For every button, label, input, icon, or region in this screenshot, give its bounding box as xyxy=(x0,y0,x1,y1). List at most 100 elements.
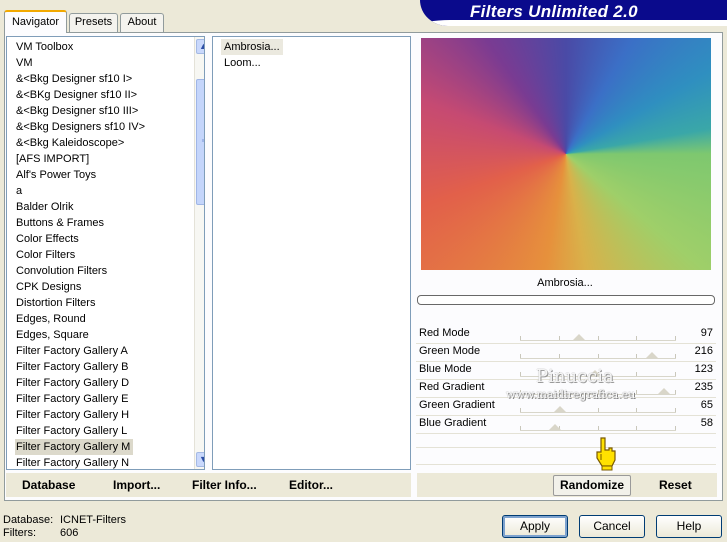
slider-tick xyxy=(559,336,560,340)
chevron-down-icon[interactable]: ▼ xyxy=(196,452,204,467)
slider-tick xyxy=(520,336,521,340)
status-database-label: Database: xyxy=(3,514,54,526)
help-button[interactable]: Help xyxy=(656,515,722,538)
category-item[interactable]: Filter Factory Gallery H xyxy=(15,407,132,423)
slider-tick xyxy=(520,372,521,376)
status-filters-value: 606 xyxy=(60,527,79,539)
category-item[interactable]: Edges, Round xyxy=(15,311,89,327)
category-item[interactable]: Filter Factory Gallery D xyxy=(15,375,132,391)
parameter-slider-thumb[interactable] xyxy=(549,424,561,430)
slider-tick xyxy=(675,354,676,358)
category-item[interactable]: Filter Factory Gallery A xyxy=(15,343,131,359)
parameter-slider-track[interactable] xyxy=(520,424,676,431)
category-item[interactable]: &<Bkg Designer sf10 III> xyxy=(15,103,141,119)
parameter-label: Red Gradient xyxy=(419,381,485,393)
randomize-button[interactable]: Randomize xyxy=(553,475,631,496)
category-item[interactable]: Distortion Filters xyxy=(15,295,98,311)
parameter-value: 216 xyxy=(694,345,713,357)
progress-bar xyxy=(417,295,715,305)
slider-tick xyxy=(675,372,676,376)
slider-tick xyxy=(598,426,599,430)
parameter-slider-thumb[interactable] xyxy=(658,388,670,394)
slider-tick xyxy=(636,372,637,376)
empty-parameter-row xyxy=(416,451,716,465)
status-database-value: ICNET-Filters xyxy=(60,514,126,526)
slider-tick xyxy=(520,408,521,412)
apply-button[interactable]: Apply xyxy=(502,515,568,538)
slider-tick xyxy=(675,426,676,430)
parameter-label: Red Mode xyxy=(419,327,470,339)
slider-tick xyxy=(636,408,637,412)
scrollbar-thumb[interactable]: ≡ xyxy=(196,79,204,205)
preview-filter-name: Ambrosia... xyxy=(537,277,593,289)
slider-tick xyxy=(675,336,676,340)
category-item[interactable]: Filter Factory Gallery E xyxy=(15,391,131,407)
category-item[interactable]: a xyxy=(15,183,25,199)
category-item[interactable]: CPK Designs xyxy=(15,279,84,295)
parameter-row[interactable]: Red Mode 97 xyxy=(416,326,716,344)
tab-about[interactable]: About xyxy=(120,13,164,32)
category-item[interactable]: Filter Factory Gallery B xyxy=(15,359,131,375)
reset-button[interactable]: Reset xyxy=(659,478,692,492)
parameter-slider-thumb[interactable] xyxy=(573,334,585,340)
title-banner: Filters Unlimited 2.0 xyxy=(420,0,727,26)
slider-tick xyxy=(636,336,637,340)
parameter-label: Green Gradient xyxy=(419,399,495,411)
category-item[interactable]: Edges, Square xyxy=(15,327,92,343)
category-item[interactable]: &<Bkg Kaleidoscope> xyxy=(15,135,127,151)
parameter-slider-thumb[interactable] xyxy=(554,406,566,412)
watermark-url: www.maidiregrafica.eu xyxy=(506,388,636,401)
category-scrollbar[interactable]: ▲ ≡ ▼ xyxy=(194,37,204,469)
filter-info-button[interactable]: Filter Info... xyxy=(192,478,257,492)
parameter-value: 65 xyxy=(700,399,713,411)
category-item[interactable]: Alf's Power Toys xyxy=(15,167,99,183)
slider-tick xyxy=(636,390,637,394)
parameter-slider-track[interactable] xyxy=(520,352,676,359)
parameter-slider-thumb[interactable] xyxy=(646,352,658,358)
empty-parameter-row xyxy=(416,434,716,448)
category-item[interactable]: &<Bkg Designer sf10 I> xyxy=(15,71,135,87)
tab-presets[interactable]: Presets xyxy=(69,13,118,32)
category-item[interactable]: VM Toolbox xyxy=(15,39,76,55)
editor-button[interactable]: Editor... xyxy=(289,478,333,492)
parameter-slider-track[interactable] xyxy=(520,406,676,413)
preview-image xyxy=(421,38,711,270)
filter-list[interactable]: Ambrosia... Loom... xyxy=(212,36,411,470)
category-list[interactable]: Filter Factory Gallery N Filter Factory G… xyxy=(6,36,205,470)
cancel-button[interactable]: Cancel xyxy=(579,515,645,538)
category-item[interactable]: Color Effects xyxy=(15,231,82,247)
slider-tick xyxy=(675,390,676,394)
slider-tick xyxy=(598,354,599,358)
filter-item-ambrosia[interactable]: Ambrosia... xyxy=(221,39,283,55)
slider-tick xyxy=(636,354,637,358)
category-item[interactable]: [AFS IMPORT] xyxy=(15,151,92,167)
category-item[interactable]: Filter Factory Gallery N xyxy=(15,455,132,469)
category-item[interactable]: Filter Factory Gallery M xyxy=(15,439,134,455)
tab-navigator[interactable]: Navigator xyxy=(4,10,67,33)
parameter-value: 123 xyxy=(694,363,713,375)
database-button[interactable]: Database xyxy=(22,478,75,492)
parameter-row[interactable]: Blue Gradient 58 xyxy=(416,416,716,434)
parameter-value: 235 xyxy=(694,381,713,393)
slider-tick xyxy=(675,408,676,412)
filter-item-loom[interactable]: Loom... xyxy=(221,55,264,71)
parameter-value: 97 xyxy=(700,327,713,339)
category-item[interactable]: Filter Factory Gallery L xyxy=(15,423,130,439)
watermark-name: Pinuccia xyxy=(536,366,614,387)
category-item[interactable]: &<BKg Designer sf10 II> xyxy=(15,87,140,103)
parameter-slider-track[interactable] xyxy=(520,334,676,341)
category-item[interactable]: Convolution Filters xyxy=(15,263,110,279)
slider-tick xyxy=(636,426,637,430)
parameter-label: Green Mode xyxy=(419,345,481,357)
chevron-up-icon[interactable]: ▲ xyxy=(196,39,204,54)
parameter-row[interactable]: Green Mode 216 xyxy=(416,344,716,362)
category-item[interactable]: Balder Olrik xyxy=(15,199,76,215)
category-item[interactable]: &<Bkg Designers sf10 IV> xyxy=(15,119,148,135)
category-item[interactable]: Buttons & Frames xyxy=(15,215,107,231)
category-item[interactable]: Color Filters xyxy=(15,247,78,263)
slider-tick xyxy=(520,354,521,358)
parameter-value: 58 xyxy=(700,417,713,429)
category-item[interactable]: VM xyxy=(15,55,36,71)
import-button[interactable]: Import... xyxy=(113,478,160,492)
hand-pointer-icon xyxy=(596,437,616,471)
